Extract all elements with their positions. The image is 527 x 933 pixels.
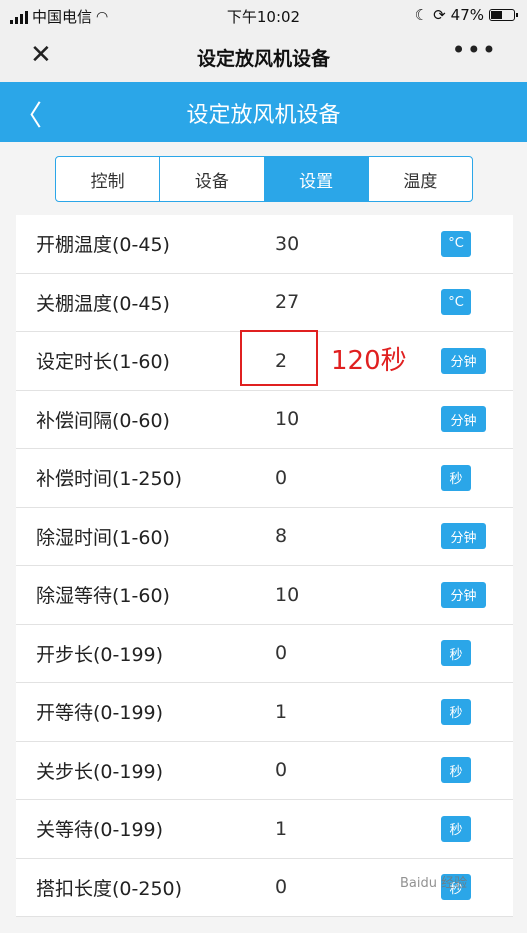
unit-badge: 分钟 <box>441 581 486 608</box>
moon-icon: ☾ <box>414 6 429 24</box>
setting-label: 除湿等待(1-60) <box>36 585 170 608</box>
setting-value[interactable]: 0 <box>275 759 287 781</box>
setting-value[interactable]: 0 <box>275 876 287 898</box>
watermark: Baidu 经验 <box>400 876 468 891</box>
unit-badge: °C <box>441 289 471 316</box>
list-item: 开等待(0-199) 1 秒 <box>16 683 513 742</box>
setting-value[interactable]: 1 <box>275 701 287 723</box>
page-title: 设定放风机设备 <box>186 103 341 128</box>
settings-list: 开棚温度(0-45) 30 °C 关棚温度(0-45) 27 °C 设定时长(1… <box>16 215 513 917</box>
wechat-nav-bar: ✕ 设定放风机设备 ••• <box>0 30 527 82</box>
app-header: 〈 设定放风机设备 <box>0 82 527 142</box>
tab-bar: 控制 设备 设置 温度 <box>55 156 473 202</box>
tab-settings[interactable]: 设置 <box>264 157 369 201</box>
battery-percent: 47% <box>450 6 484 24</box>
unit-badge: 分钟 <box>441 347 486 374</box>
unit-badge: 秒 <box>441 815 471 842</box>
list-item: 开步长(0-199) 0 秒 <box>16 625 513 683</box>
setting-value[interactable]: 0 <box>275 467 287 489</box>
list-item: 关棚温度(0-45) 27 °C <box>16 274 513 332</box>
rotation-lock-icon: ⟳ <box>433 6 446 24</box>
setting-label: 开棚温度(0-45) <box>36 234 170 257</box>
setting-label: 关等待(0-199) <box>36 819 164 842</box>
setting-label: 除湿时间(1-60) <box>36 526 170 549</box>
list-item: 关等待(0-199) 1 秒 <box>16 800 513 859</box>
setting-label: 关步长(0-199) <box>36 760 164 783</box>
list-item: 开棚温度(0-45) 30 °C <box>16 215 513 274</box>
unit-badge: 分钟 <box>441 523 486 550</box>
list-item: 关步长(0-199) 0 秒 <box>16 742 513 800</box>
status-bar: 中国电信 ◠ 下午10:02 ☾ ⟳ 47% <box>0 0 527 30</box>
unit-badge: °C <box>441 230 471 257</box>
setting-label: 关棚温度(0-45) <box>36 292 170 315</box>
annotation-text: 120秒 <box>331 346 407 376</box>
setting-value[interactable]: 10 <box>275 408 299 430</box>
list-item: 补偿间隔(0-60) 10 分钟 <box>16 391 513 449</box>
setting-value[interactable]: 10 <box>275 584 299 606</box>
tab-temperature[interactable]: 温度 <box>369 157 472 201</box>
list-item: 补偿时间(1-250) 0 秒 <box>16 449 513 508</box>
wechat-title: 设定放风机设备 <box>196 48 330 70</box>
setting-label: 搭扣长度(0-250) <box>36 877 183 900</box>
tab-control[interactable]: 控制 <box>56 157 161 201</box>
setting-value[interactable]: 27 <box>275 291 299 313</box>
highlight-box <box>240 330 318 386</box>
battery-icon <box>489 9 518 21</box>
setting-label: 开等待(0-199) <box>36 702 164 725</box>
setting-value[interactable]: 8 <box>275 525 287 547</box>
unit-badge: 秒 <box>441 757 471 784</box>
setting-label: 开步长(0-199) <box>36 643 164 666</box>
more-icon[interactable]: ••• <box>452 36 497 64</box>
unit-badge: 秒 <box>441 698 471 725</box>
setting-label: 补偿间隔(0-60) <box>36 409 170 432</box>
tab-device[interactable]: 设备 <box>160 157 265 201</box>
unit-badge: 秒 <box>441 464 471 491</box>
setting-value[interactable]: 1 <box>275 818 287 840</box>
setting-label: 补偿时间(1-250) <box>36 468 183 491</box>
unit-badge: 分钟 <box>441 406 486 433</box>
setting-value[interactable]: 0 <box>275 642 287 664</box>
setting-label: 设定时长(1-60) <box>36 351 170 374</box>
list-item: 除湿时间(1-60) 8 分钟 <box>16 508 513 566</box>
setting-value[interactable]: 30 <box>275 233 299 255</box>
list-item: 除湿等待(1-60) 10 分钟 <box>16 566 513 625</box>
unit-badge: 秒 <box>441 640 471 667</box>
status-right: ☾ ⟳ 47% <box>414 6 518 24</box>
